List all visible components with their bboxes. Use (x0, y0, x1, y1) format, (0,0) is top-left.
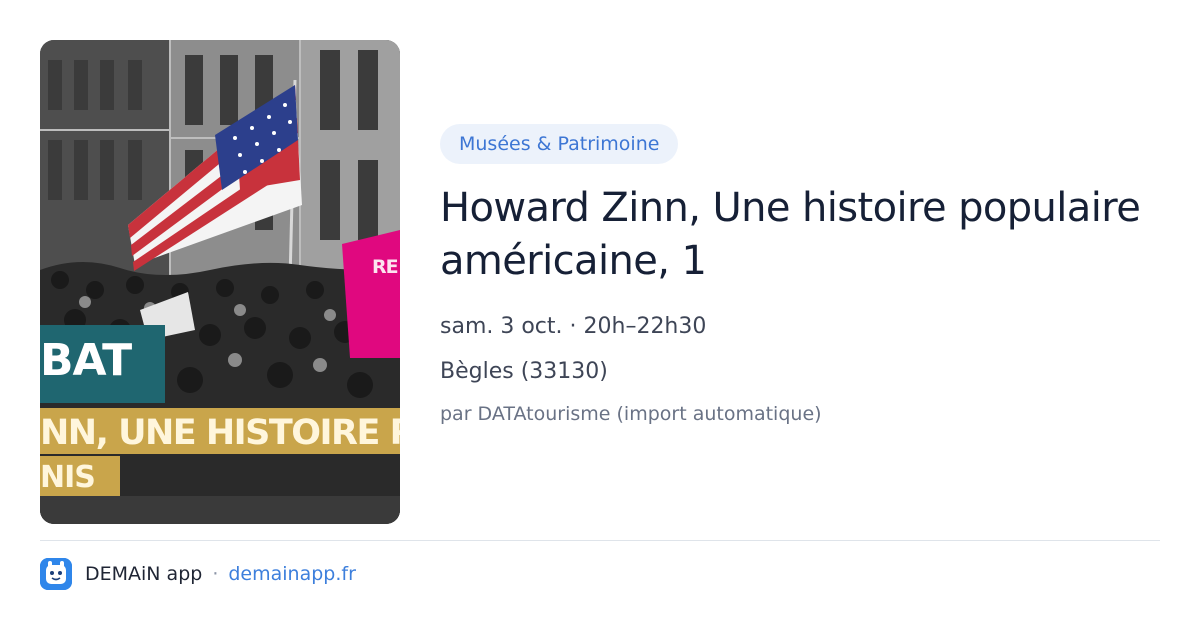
event-preview-card[interactable]: BAT NN, UNE HISTOIRE PO NIS RE PIR AV Mu… (0, 0, 1200, 630)
poster-title-text: NN, UNE HISTOIRE PO (40, 413, 400, 453)
demain-app-icon (40, 558, 72, 590)
event-poster-image: BAT NN, UNE HISTOIRE PO NIS RE PIR AV (40, 40, 400, 524)
app-website-link[interactable]: demainapp.fr (228, 563, 356, 585)
footer-separator: · (212, 563, 219, 585)
event-source: par DATAtourisme (import automatique) (440, 403, 822, 425)
footer-divider (40, 540, 1160, 541)
app-name: DEMAiN app (85, 563, 203, 585)
category-badge[interactable]: Musées & Patrimoine (440, 124, 679, 164)
poster-sign-text: RE PIR AV (372, 256, 398, 278)
event-title[interactable]: Howard Zinn, Une histoire populaire amér… (440, 182, 1170, 288)
event-date: sam. 3 oct. · 20h–22h30 (440, 314, 707, 339)
event-location: Bègles (33130) (440, 359, 608, 384)
poster-headline-text: BAT (40, 335, 132, 386)
poster-subtitle-text: NIS (40, 460, 96, 495)
app-footer: DEMAiN app · demainapp.fr (40, 558, 356, 590)
